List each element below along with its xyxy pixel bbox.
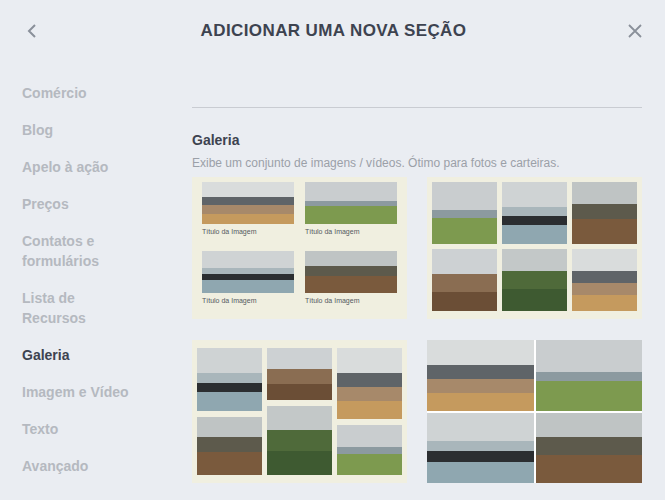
back-button[interactable] — [20, 19, 44, 43]
photo — [197, 417, 262, 475]
layout-card[interactable] — [427, 177, 642, 319]
photo — [337, 348, 402, 419]
layout-card[interactable] — [192, 340, 407, 483]
photo — [536, 413, 643, 484]
photo — [572, 249, 637, 311]
chevron-left-icon — [26, 23, 38, 39]
sidebar-item[interactable]: Apelo à ação — [22, 157, 142, 177]
dialog-title: ADICIONAR UMA NOVA SEÇÃO — [201, 21, 467, 41]
sidebar-item[interactable]: Comércio — [22, 83, 142, 103]
photo — [536, 340, 643, 411]
layout-card[interactable]: Título da Imagem Título da Imagem Título… — [192, 177, 407, 319]
divider — [192, 107, 642, 108]
image-caption: Título da Imagem — [305, 227, 397, 237]
sidebar-item[interactable]: Galeria — [22, 345, 142, 365]
sidebar-item[interactable]: Imagem e Vídeo — [22, 382, 142, 402]
photo — [305, 182, 397, 224]
photo — [427, 413, 534, 484]
sidebar-item[interactable]: Contatos e formulários — [22, 231, 142, 271]
photo — [267, 406, 332, 475]
masonry-column — [337, 348, 402, 475]
sidebar-item[interactable]: Preços — [22, 194, 142, 214]
layout-card[interactable] — [427, 340, 642, 483]
image-caption: Título da Imagem — [202, 296, 294, 306]
image-caption: Título da Imagem — [305, 296, 397, 306]
captioned-image: Título da Imagem — [305, 251, 397, 314]
photo — [427, 340, 534, 411]
add-section-dialog: ADICIONAR UMA NOVA SEÇÃO Comércio Blog Ape… — [0, 0, 665, 500]
captioned-image: Título da Imagem — [202, 182, 294, 245]
sidebar-item[interactable]: Lista de Recursos — [22, 288, 142, 328]
photo — [432, 249, 497, 311]
section-list: Galeria Exibe um conjunto de imagens / v… — [192, 62, 642, 483]
sidebar-item[interactable]: Blog — [22, 120, 142, 140]
layout-grid: Título da Imagem Título da Imagem Título… — [192, 177, 642, 483]
photo — [305, 251, 397, 293]
sidebar-item[interactable]: Avançado — [22, 456, 142, 476]
photo — [197, 348, 262, 411]
close-icon — [628, 24, 642, 38]
section-title: Galeria — [192, 131, 642, 149]
close-button[interactable] — [623, 19, 647, 43]
captioned-image: Título da Imagem — [202, 251, 294, 314]
captioned-image: Título da Imagem — [305, 182, 397, 245]
photo — [502, 182, 567, 244]
dialog-header: ADICIONAR UMA NOVA SEÇÃO — [0, 0, 665, 62]
photo — [337, 425, 402, 476]
sidebar: Comércio Blog Apelo à ação Preços Contatos e… — [0, 62, 192, 483]
photo — [432, 182, 497, 244]
photo — [572, 182, 637, 244]
photo — [202, 251, 294, 293]
photo — [202, 182, 294, 224]
section-description: Exibe um conjunto de imagens / vídeos. Ó… — [192, 155, 642, 171]
photo — [502, 249, 567, 311]
sidebar-item[interactable]: Texto — [22, 419, 142, 439]
photo — [267, 348, 332, 400]
dialog-body: Comércio Blog Apelo à ação Preços Contatos e… — [0, 62, 665, 483]
masonry-column — [267, 348, 332, 475]
image-caption: Título da Imagem — [202, 227, 294, 237]
masonry-column — [197, 348, 262, 475]
